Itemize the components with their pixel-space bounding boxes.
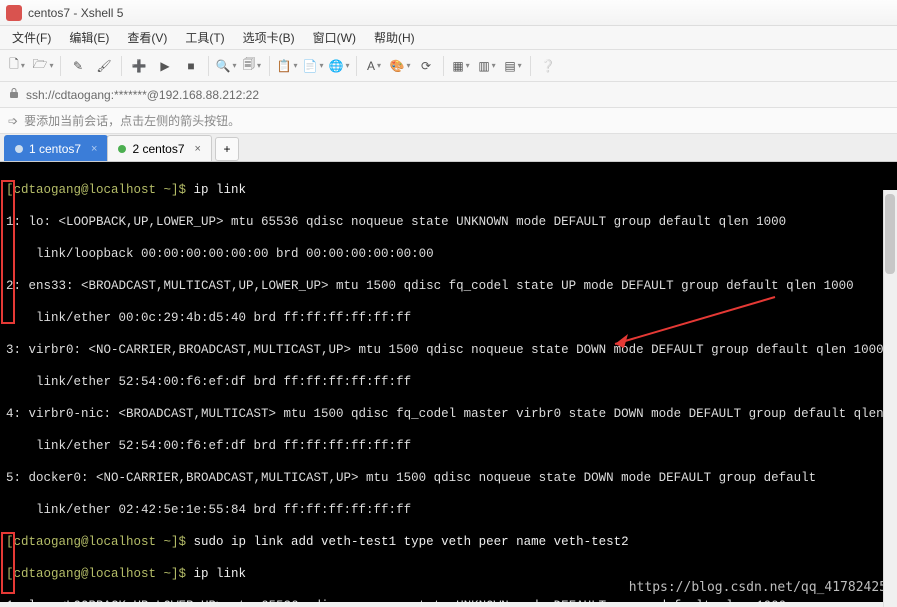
scrollbar-thumb[interactable] <box>885 194 895 274</box>
output-line: link/ether 02:42:5e:1e:55:84 brd ff:ff:f… <box>6 502 891 518</box>
titlebar: centos7 - Xshell 5 <box>0 0 897 26</box>
new-session-icon[interactable]: 🗋 <box>6 55 28 77</box>
separator <box>530 56 531 76</box>
output-line: 4: virbr0-nic: <BROADCAST,MULTICAST> mtu… <box>6 406 891 422</box>
separator <box>443 56 444 76</box>
output-line: link/ether 52:54:00:f6:ef:df brd ff:ff:f… <box>6 374 891 390</box>
menu-tools[interactable]: 工具(T) <box>177 27 232 48</box>
separator <box>208 56 209 76</box>
lock-icon <box>8 87 20 102</box>
pencil-icon[interactable]: ✎ <box>67 55 89 77</box>
help-icon[interactable]: ❔ <box>537 55 559 77</box>
hint-arrow-icon: ➩ <box>8 114 18 128</box>
tab-label: 1 centos7 <box>29 142 81 156</box>
paste-icon[interactable]: 📄 <box>302 55 324 77</box>
command: ip link <box>194 183 247 197</box>
menu-edit[interactable]: 编辑(E) <box>61 27 117 48</box>
watermark: https://blog.csdn.net/qq_41782425 <box>629 580 887 596</box>
layout1-icon[interactable]: ▦ <box>450 55 472 77</box>
separator <box>269 56 270 76</box>
address-text[interactable]: ssh://cdtaogang:*******@192.168.88.212:2… <box>26 88 259 102</box>
output-line: link/loopback 00:00:00:00:00:00 brd 00:0… <box>6 246 891 262</box>
tab-centos7-2[interactable]: 2 centos7 × <box>107 135 211 161</box>
menu-file[interactable]: 文件(F) <box>4 27 59 48</box>
tab-label: 2 centos7 <box>132 142 184 156</box>
search-icon[interactable]: 🔍 <box>215 55 237 77</box>
addtab-icon[interactable]: ➕ <box>128 55 150 77</box>
output-line: 3: virbr0: <NO-CARRIER,BROADCAST,MULTICA… <box>6 342 891 358</box>
refresh-icon[interactable]: ⟳ <box>415 55 437 77</box>
add-tab-button[interactable]: + <box>215 137 239 161</box>
menu-view[interactable]: 查看(V) <box>119 27 175 48</box>
menu-help[interactable]: 帮助(H) <box>366 27 423 48</box>
terminal[interactable]: [cdtaogang@localhost ~]$ ip link 1: lo: … <box>0 162 897 602</box>
prompt: [cdtaogang@localhost ~]$ <box>6 535 194 549</box>
play-icon[interactable]: ▶ <box>154 55 176 77</box>
brush-icon[interactable]: 🖌 <box>93 55 115 77</box>
menubar: 文件(F) 编辑(E) 查看(V) 工具(T) 选项卡(B) 窗口(W) 帮助(… <box>0 26 897 50</box>
layout2-icon[interactable]: ▥ <box>476 55 498 77</box>
command: sudo ip link add veth-test1 type veth pe… <box>194 535 629 549</box>
prompt: [cdtaogang@localhost ~]$ <box>6 183 194 197</box>
menu-tabs[interactable]: 选项卡(B) <box>235 27 303 48</box>
separator <box>60 56 61 76</box>
tab-centos7-1[interactable]: 1 centos7 × <box>4 135 108 161</box>
window-title: centos7 - Xshell 5 <box>28 6 123 20</box>
session-tabbar: 1 centos7 × 2 centos7 × + <box>0 134 897 162</box>
layout3-icon[interactable]: ▤ <box>502 55 524 77</box>
print-icon[interactable]: 🗐 <box>241 55 263 77</box>
plus-icon: + <box>223 142 230 156</box>
globe-icon[interactable]: 🌐 <box>328 55 350 77</box>
app-icon <box>6 5 22 21</box>
copy-icon[interactable]: 📋 <box>276 55 298 77</box>
output-line: 1: lo: <LOOPBACK,UP,LOWER_UP> mtu 65536 … <box>6 214 891 230</box>
menu-window[interactable]: 窗口(W) <box>305 27 364 48</box>
palette-icon[interactable]: 🎨 <box>389 55 411 77</box>
command: ip link <box>194 567 247 581</box>
hint-text: 要添加当前会话，点击左侧的箭头按钮。 <box>24 112 240 129</box>
output-line: 1: lo: <LOOPBACK,UP,LOWER_UP> mtu 65536 … <box>6 598 891 602</box>
separator <box>121 56 122 76</box>
output-line: 2: ens33: <BROADCAST,MULTICAST,UP,LOWER_… <box>6 278 891 294</box>
prompt: [cdtaogang@localhost ~]$ <box>6 567 194 581</box>
stop-icon[interactable]: ■ <box>180 55 202 77</box>
close-icon[interactable]: × <box>91 143 97 155</box>
output-line: link/ether 00:0c:29:4b:d5:40 brd ff:ff:f… <box>6 310 891 326</box>
scrollbar[interactable] <box>883 190 897 607</box>
open-session-icon[interactable]: 🗁 <box>32 55 54 77</box>
close-icon[interactable]: × <box>195 143 201 155</box>
separator <box>356 56 357 76</box>
address-bar: ssh://cdtaogang:*******@192.168.88.212:2… <box>0 82 897 108</box>
output-line: link/ether 52:54:00:f6:ef:df brd ff:ff:f… <box>6 438 891 454</box>
hint-bar: ➩ 要添加当前会话，点击左侧的箭头按钮。 <box>0 108 897 134</box>
toolbar: 🗋 🗁 ✎ 🖌 ➕ ▶ ■ 🔍 🗐 📋 📄 🌐 A 🎨 ⟳ ▦ ▥ ▤ ❔ <box>0 50 897 82</box>
status-dot-icon <box>118 145 126 153</box>
output-line: 5: docker0: <NO-CARRIER,BROADCAST,MULTIC… <box>6 470 891 486</box>
font-icon[interactable]: A <box>363 55 385 77</box>
status-dot-icon <box>15 145 23 153</box>
